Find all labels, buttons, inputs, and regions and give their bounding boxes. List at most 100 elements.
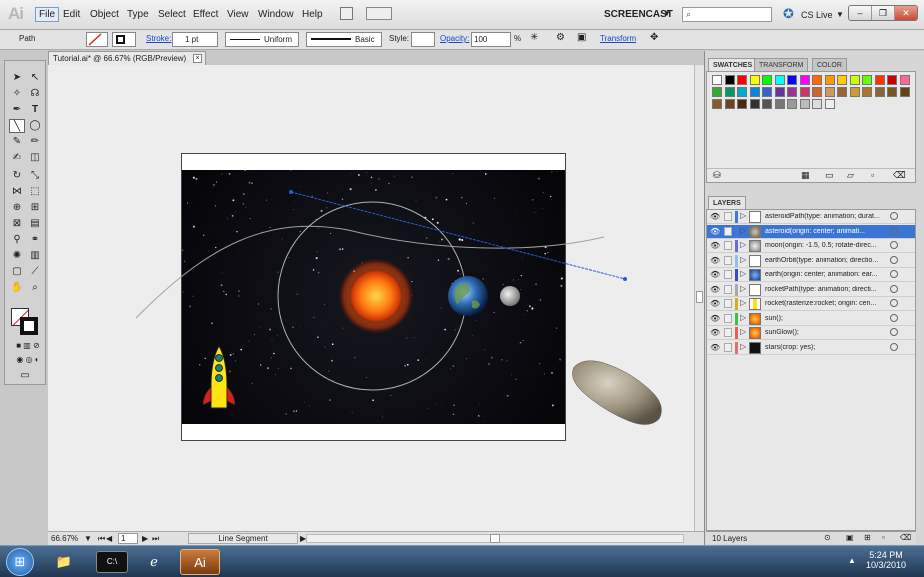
ellipse-tool-icon[interactable]: ◯ bbox=[27, 119, 43, 133]
slice-icon[interactable]: ⟋ bbox=[27, 265, 43, 279]
show-swatch-kinds-icon[interactable]: ▦ bbox=[801, 170, 810, 181]
close-button[interactable]: ✕ bbox=[895, 6, 917, 20]
visibility-eye-icon[interactable]: 👁 bbox=[710, 256, 720, 265]
layer-row[interactable]: 👁 ▷ rocketPath(type: animation; directi... bbox=[707, 283, 915, 297]
layer-target-icon[interactable] bbox=[890, 270, 898, 278]
color-swatch[interactable] bbox=[737, 99, 747, 109]
lock-toggle[interactable] bbox=[724, 255, 732, 265]
menu-object[interactable]: Object bbox=[90, 9, 119, 20]
current-tool-status[interactable]: Line Segment bbox=[188, 533, 298, 544]
color-swatch[interactable] bbox=[774, 75, 785, 85]
lasso-icon[interactable]: ☊ bbox=[27, 87, 43, 101]
layer-name[interactable]: asteroidPath(type: animation; durat... bbox=[765, 213, 887, 220]
tab-color[interactable]: COLOR bbox=[812, 58, 847, 71]
lock-toggle[interactable] bbox=[724, 328, 732, 337]
opacity-field[interactable]: 100 bbox=[471, 32, 511, 47]
symbol-sprayer-icon[interactable]: ✺ bbox=[9, 249, 25, 263]
color-mode-icons[interactable]: ■ ▥ ⊘ bbox=[9, 339, 47, 353]
start-button[interactable]: ⊞ bbox=[6, 548, 34, 576]
document-canvas[interactable] bbox=[48, 65, 694, 531]
arrange-documents-icon[interactable] bbox=[366, 7, 392, 20]
layer-row[interactable]: 👁 ▷ sun(); bbox=[707, 312, 915, 326]
asteroid-path-anchor-start[interactable] bbox=[289, 190, 293, 194]
drawing-mode-icons[interactable]: ◉ ◎ ◐ bbox=[9, 353, 47, 367]
visibility-eye-icon[interactable]: 👁 bbox=[710, 299, 720, 308]
opacity-link[interactable]: Opacity: bbox=[440, 34, 469, 43]
layer-target-icon[interactable] bbox=[890, 313, 898, 322]
free-transform-icon[interactable]: ⬚ bbox=[27, 185, 43, 199]
direct-selection-tool-icon[interactable]: ↖ bbox=[27, 71, 43, 85]
tab-transform[interactable]: TRANSFORM bbox=[754, 58, 809, 71]
minimize-button[interactable]: – bbox=[849, 6, 872, 20]
show-hidden-icons-icon[interactable]: ▲ bbox=[848, 556, 856, 565]
layer-target-icon[interactable] bbox=[890, 226, 898, 235]
graph-icon[interactable]: ▥ bbox=[27, 249, 43, 263]
next-artboard-icon[interactable]: ▶ bbox=[142, 534, 148, 543]
layer-target-icon[interactable] bbox=[890, 255, 898, 264]
asteroid[interactable] bbox=[572, 360, 662, 425]
internet-explorer-icon[interactable]: ℯ bbox=[134, 549, 174, 575]
width-tool-icon[interactable]: ⋈ bbox=[9, 185, 25, 199]
layer-target-icon[interactable] bbox=[890, 299, 898, 307]
expand-triangle-icon[interactable]: ▷ bbox=[740, 284, 746, 293]
color-swatch[interactable] bbox=[862, 75, 872, 85]
asteroid-path-anchor-end[interactable] bbox=[623, 277, 627, 281]
menu-type[interactable]: Type bbox=[127, 9, 149, 20]
color-swatch[interactable] bbox=[874, 87, 885, 97]
layer-name[interactable]: asteroid(origin: center; animati... bbox=[765, 228, 887, 235]
graphic-style-picker[interactable] bbox=[411, 32, 435, 47]
expand-triangle-icon[interactable]: ▷ bbox=[740, 327, 746, 336]
pencil-icon[interactable]: ✏ bbox=[27, 135, 43, 149]
rotate-icon[interactable]: ↻ bbox=[9, 169, 25, 183]
variable-width-profile[interactable]: Uniform bbox=[225, 32, 299, 47]
color-swatch[interactable] bbox=[812, 75, 822, 85]
command-prompt-icon[interactable]: C:\ bbox=[96, 551, 128, 573]
layer-name[interactable]: sunGlow(); bbox=[765, 329, 887, 336]
artwork-layer[interactable] bbox=[48, 65, 694, 531]
swatch-library-icon[interactable]: ⛁ bbox=[713, 170, 721, 181]
expand-triangle-icon[interactable]: ▷ bbox=[740, 255, 746, 264]
stroke-link[interactable]: Stroke: bbox=[146, 34, 171, 43]
color-swatch[interactable] bbox=[787, 75, 797, 85]
swatch-options-icon[interactable]: ▭ bbox=[825, 170, 834, 181]
align-icon[interactable]: ▣ bbox=[577, 32, 586, 43]
layer-row[interactable]: 👁 ▷ sunGlow(); bbox=[707, 326, 915, 340]
layer-target-icon[interactable] bbox=[890, 212, 898, 220]
pen-tool-icon[interactable]: ✒ bbox=[9, 103, 25, 117]
chevron-down-icon[interactable]: ▼ bbox=[836, 10, 844, 19]
color-swatch[interactable] bbox=[712, 99, 722, 109]
new-color-group-icon[interactable]: ▱ bbox=[847, 170, 854, 181]
chevron-down-icon[interactable]: ▼ bbox=[663, 9, 671, 18]
first-artboard-icon[interactable]: ⏮ bbox=[98, 534, 105, 544]
blob-brush-icon[interactable]: ✍ bbox=[9, 151, 25, 165]
color-swatch[interactable] bbox=[712, 75, 722, 85]
isolate-icon[interactable]: ✥ bbox=[650, 32, 658, 43]
asteroid-path[interactable] bbox=[290, 191, 626, 280]
color-swatch[interactable] bbox=[724, 87, 735, 97]
stroke-weight-field[interactable]: 1 pt bbox=[172, 32, 218, 47]
layer-name[interactable]: rocket(rasterize:rocket; origin: cen... bbox=[765, 300, 887, 307]
color-swatch[interactable] bbox=[812, 99, 822, 109]
expand-triangle-icon[interactable]: ▷ bbox=[740, 313, 746, 322]
color-swatch[interactable] bbox=[874, 75, 885, 85]
color-swatch[interactable] bbox=[899, 75, 910, 85]
menu-effect[interactable]: Effect bbox=[193, 9, 218, 20]
stroke-color-picker[interactable] bbox=[112, 32, 136, 47]
new-swatch-icon[interactable]: ▫ bbox=[871, 170, 874, 180]
moon[interactable] bbox=[500, 286, 520, 306]
stroke-swatch[interactable] bbox=[20, 317, 38, 335]
document-tab[interactable]: Tutorial.ai* @ 66.67% (RGB/Preview) × bbox=[48, 51, 206, 65]
lock-toggle[interactable] bbox=[724, 270, 732, 279]
layer-row[interactable]: 👁 ▷ rocket(rasterize:rocket; origin: cen..… bbox=[707, 297, 915, 311]
color-swatch[interactable] bbox=[774, 99, 785, 109]
expand-triangle-icon[interactable]: ▷ bbox=[740, 211, 746, 220]
color-swatch[interactable] bbox=[749, 87, 760, 97]
color-swatch[interactable] bbox=[887, 75, 897, 85]
layer-name[interactable]: stars(crop: yes); bbox=[765, 344, 887, 351]
lock-toggle[interactable] bbox=[724, 299, 732, 308]
layer-row[interactable]: 👁 ▷ asteroid(origin: center; animati... bbox=[707, 224, 915, 239]
expand-triangle-icon[interactable]: ▷ bbox=[740, 342, 746, 351]
restore-button[interactable]: ❐ bbox=[872, 6, 895, 20]
color-swatch[interactable] bbox=[837, 87, 847, 97]
layer-name[interactable]: earthOrbit(type: animation; directio... bbox=[765, 257, 887, 264]
